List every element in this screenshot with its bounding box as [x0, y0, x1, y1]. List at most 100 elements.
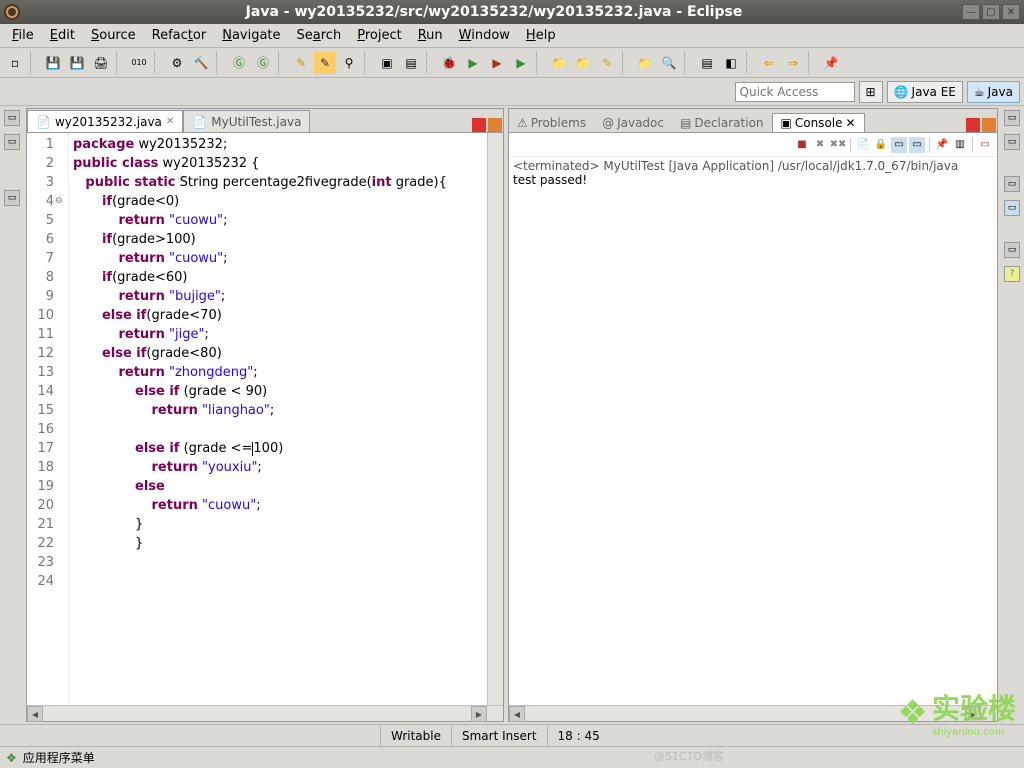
console-horizontal-scrollbar[interactable]: ◀ ▶ [509, 705, 997, 721]
new-pkg-icon[interactable]: Ⓖ [228, 52, 250, 74]
menu-help[interactable]: Help [520, 26, 562, 45]
close-icon[interactable]: ✕ [166, 116, 174, 127]
minimize-view-icon[interactable] [472, 118, 486, 132]
debug-srv-icon[interactable]: ⚙ [166, 52, 188, 74]
menu-navigate[interactable]: Navigate [216, 26, 286, 45]
save-icon[interactable]: 💾 [42, 52, 64, 74]
build-icon[interactable]: 🔨 [190, 52, 212, 74]
trim-restore-icon[interactable]: ▭ [4, 110, 20, 126]
java-file-icon: 📄 [192, 115, 207, 129]
open-console-icon[interactable]: ▭ [977, 137, 993, 153]
help-icon[interactable]: ? [1004, 266, 1020, 282]
tab-console[interactable]: ▣ Console ✕ [772, 113, 865, 132]
scroll-lock-icon[interactable]: 🔒 [873, 137, 889, 153]
link-icon[interactable]: ⚲ [338, 52, 360, 74]
status-bar: Writable Smart Insert 18 : 45 [0, 724, 1024, 746]
perspective-javaee[interactable]: 🌐 Java EE [887, 81, 963, 103]
trim-restore4-icon[interactable]: ▭ [1004, 242, 1020, 258]
tab-myutiltest[interactable]: 📄 MyUtilTest.java [183, 110, 310, 132]
folder1-icon[interactable]: 📁 [548, 52, 570, 74]
window-titlebar: Java - wy20135232/src/wy20135232/wy20135… [0, 0, 1024, 24]
tab-problems[interactable]: ⚠ Problems [509, 114, 594, 132]
menu-run[interactable]: Run [412, 26, 449, 45]
status-writable: Writable [380, 725, 451, 746]
menu-project[interactable]: Project [351, 26, 408, 45]
search-icon[interactable]: 🔍 [658, 52, 680, 74]
workspace: ▭ ▭ ▭ 📄 wy20135232.java ✕ 📄 MyUtilTest.j… [0, 106, 1024, 724]
editor-tabs: 📄 wy20135232.java ✕ 📄 MyUtilTest.java [27, 109, 503, 133]
tab-wy20135232[interactable]: 📄 wy20135232.java ✕ [27, 110, 183, 132]
run-icon[interactable]: ▶ [462, 52, 484, 74]
run-last-icon[interactable]: ▶ [510, 52, 532, 74]
app-icon [4, 4, 20, 20]
show-console2-icon[interactable]: ▭ [909, 137, 925, 153]
debug-icon[interactable]: 🐞 [438, 52, 460, 74]
leaf-icon: ❖ [6, 751, 17, 765]
remove-icon[interactable]: ✖ [812, 137, 828, 153]
views-area: ⚠ Problems @ Javadoc ▤ Declaration ▣ Con… [508, 108, 998, 722]
wand2-icon[interactable]: ✎ [314, 52, 336, 74]
maximize-view-icon[interactable] [488, 118, 502, 132]
new-cls-icon[interactable]: Ⓖ [252, 52, 274, 74]
wand3-icon[interactable]: ✎ [596, 52, 618, 74]
outline-view-icon[interactable]: ▭ [1004, 134, 1020, 150]
folder2-icon[interactable]: 📁 [572, 52, 594, 74]
console-output[interactable]: <terminated> MyUtilTest [Java Applicatio… [509, 157, 997, 705]
menu-source[interactable]: Source [85, 26, 142, 45]
show-console1-icon[interactable]: ▭ [891, 137, 907, 153]
tab-declaration[interactable]: ▤ Declaration [672, 114, 772, 132]
hex-icon[interactable]: 010 [128, 52, 150, 74]
perspective-java[interactable]: ☕ Java [967, 81, 1020, 103]
code-content[interactable]: package wy20135232;public class wy201352… [69, 133, 487, 705]
new-icon[interactable]: ▫ [4, 52, 26, 74]
app-menu-button[interactable]: 应用程序菜单 [23, 749, 95, 766]
menubar: File Edit Source Refactor Navigate Searc… [0, 24, 1024, 48]
scroll-right-icon[interactable]: ▶ [471, 706, 487, 722]
menu-file[interactable]: File [6, 26, 40, 45]
close-button[interactable]: ✕ [1002, 4, 1020, 20]
print-icon[interactable]: 🖨 [90, 52, 112, 74]
wand-icon[interactable]: ✎ [290, 52, 312, 74]
scroll-right-icon[interactable]: ▶ [965, 706, 981, 722]
ext-icon[interactable]: ▶ [486, 52, 508, 74]
open-perspective-button[interactable]: ⊞ [859, 81, 883, 103]
scroll-left-icon[interactable]: ◀ [27, 706, 43, 722]
tool-icon[interactable]: ◧ [720, 52, 742, 74]
remove-all-icon[interactable]: ✖✖ [830, 137, 846, 153]
pin-console-icon[interactable]: 📌 [934, 137, 950, 153]
outline-icon[interactable]: ▤ [696, 52, 718, 74]
box1-icon[interactable]: ▣ [376, 52, 398, 74]
vertical-scrollbar[interactable] [487, 133, 503, 705]
clear-icon[interactable]: 📄 [855, 137, 871, 153]
folder3-icon[interactable]: 📁 [634, 52, 656, 74]
menu-search[interactable]: Search [291, 26, 348, 45]
menu-edit[interactable]: Edit [44, 26, 81, 45]
display-icon[interactable]: ▥ [952, 137, 968, 153]
nav-fwd-icon[interactable]: ⇒ [782, 52, 804, 74]
close-icon[interactable]: ✕ [846, 116, 856, 130]
trim-restore3-icon[interactable]: ▭ [1004, 176, 1020, 192]
horizontal-scrollbar[interactable]: ◀ ▶ [27, 705, 503, 721]
minimize-view-icon[interactable] [966, 118, 980, 132]
maximize-view-icon[interactable] [982, 118, 996, 132]
maximize-button[interactable]: ▢ [982, 4, 1000, 20]
package-explorer-icon[interactable]: ▭ [4, 134, 20, 150]
trim-restore2-icon[interactable]: ▭ [4, 190, 20, 206]
minimize-button[interactable]: — [962, 4, 980, 20]
trim-restore-icon[interactable]: ▭ [1004, 110, 1020, 126]
tab-javadoc[interactable]: @ Javadoc [594, 114, 672, 132]
menu-refactor[interactable]: Refactor [146, 26, 213, 45]
box2-icon[interactable]: ▤ [400, 52, 422, 74]
pin-icon[interactable]: 📌 [820, 52, 842, 74]
menu-window[interactable]: Window [453, 26, 516, 45]
scroll-left-icon[interactable]: ◀ [509, 706, 525, 722]
terminate-icon[interactable]: ■ [794, 137, 810, 153]
status-pos: 18 : 45 [547, 725, 610, 746]
line-gutter: 123⊖456789101112131415161718192021222324 [27, 133, 69, 705]
code-editor[interactable]: 123⊖456789101112131415161718192021222324… [27, 133, 503, 705]
save-all-icon[interactable]: 💾 [66, 52, 88, 74]
task-list-icon[interactable]: ▭ [1004, 200, 1020, 216]
quick-access-input[interactable] [735, 82, 855, 102]
nav-back-icon[interactable]: ⇐ [758, 52, 780, 74]
java-file-icon: 📄 [36, 115, 51, 129]
